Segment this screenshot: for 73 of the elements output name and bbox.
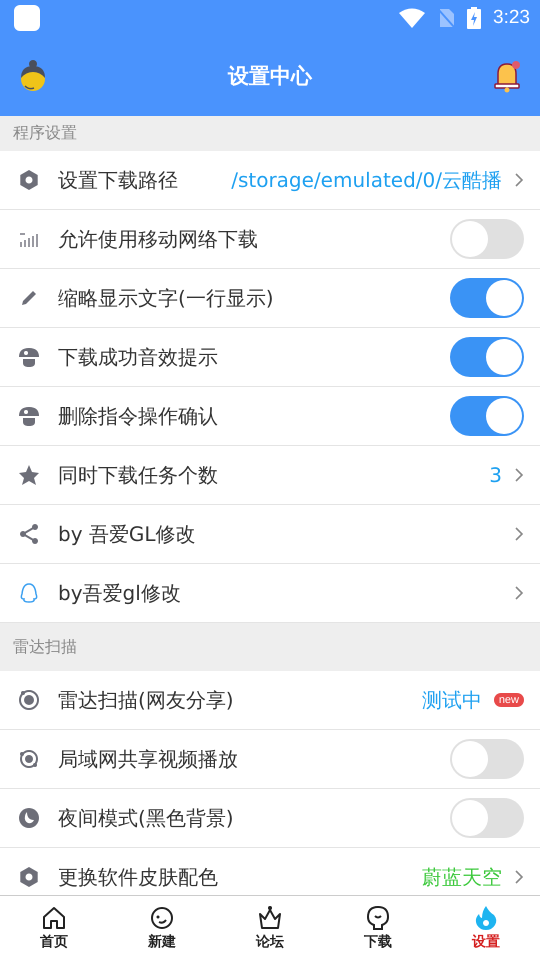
nav-tab[interactable]: 新建 [108, 896, 216, 960]
row-label: 同时下载任务个数 [58, 462, 218, 488]
settings-row[interactable]: 局域网共享视频播放 [0, 730, 540, 789]
nav-tab[interactable]: 设置 [432, 896, 540, 960]
star-icon [18, 464, 40, 486]
row-value: 蔚蓝天空 [422, 864, 502, 890]
orbit-icon [18, 748, 40, 770]
row-value: /storage/emulated/0/云酷播 [231, 166, 502, 194]
gear-icon [18, 866, 40, 888]
toggle-switch[interactable] [450, 219, 524, 259]
app-icon [14, 5, 40, 31]
settings-row[interactable]: 夜间模式(黑色背景) [0, 789, 540, 848]
settings-row[interactable]: 设置下载路径 /storage/emulated/0/云酷播 [0, 151, 540, 210]
row-label: by吾爱gl修改 [58, 580, 181, 606]
toggle-switch[interactable] [450, 396, 524, 436]
chevron-icon [514, 869, 524, 885]
row-label: 允许使用移动网络下载 [58, 226, 258, 252]
nav-tab[interactable]: 首页 [0, 896, 108, 960]
section-header: 程序设置 [13, 123, 77, 144]
home-icon [41, 905, 67, 931]
settings-row[interactable]: 雷达扫描(网友分享) 测试中 new [0, 671, 540, 730]
no-sim-icon [437, 8, 456, 28]
row-value: 测试中 [422, 686, 482, 714]
chevron-icon [514, 526, 524, 542]
wifi-icon [399, 8, 426, 28]
row-label: 雷达扫描(网友分享) [58, 686, 234, 714]
chevron-icon [514, 172, 524, 188]
nav-label: 新建 [148, 933, 176, 951]
settings-row[interactable]: 允许使用移动网络下载 [0, 210, 540, 269]
penguin-icon [18, 582, 40, 604]
nav-tab[interactable]: 下载 [324, 896, 432, 960]
settings-row[interactable]: 同时下载任务个数 3 [0, 446, 540, 505]
avatar-icon[interactable] [18, 60, 48, 92]
section-header: 雷达扫描 [13, 636, 77, 658]
row-label: 更换软件皮肤配色 [58, 864, 218, 890]
chevron-icon [514, 467, 524, 483]
page-title: 设置中心 [228, 63, 312, 90]
nav-label: 设置 [472, 933, 500, 951]
settings-row[interactable]: 下载成功音效提示 [0, 328, 540, 387]
row-label: by 吾爱GL修改 [58, 520, 196, 548]
toggle-switch[interactable] [450, 278, 524, 318]
nav-label: 论坛 [256, 933, 284, 951]
row-label: 夜间模式(黑色背景) [58, 804, 234, 832]
moon-icon [18, 807, 40, 829]
toggle-switch[interactable] [450, 739, 524, 779]
settings-row[interactable]: 更换软件皮肤配色 蔚蓝天空 [0, 848, 540, 895]
radar-icon [18, 689, 40, 711]
battery-icon [467, 7, 482, 29]
toggle-switch[interactable] [450, 798, 524, 838]
mushroom-icon [18, 405, 40, 427]
row-label: 局域网共享视频播放 [58, 746, 238, 772]
toggle-switch[interactable] [450, 337, 524, 377]
flame-icon [473, 905, 499, 931]
nav-label: 下载 [364, 933, 392, 951]
nav-tab[interactable]: 论坛 [216, 896, 324, 960]
crown-icon [257, 905, 283, 931]
settings-row[interactable]: by 吾爱GL修改 [0, 505, 540, 564]
row-label: 删除指令操作确认 [58, 402, 218, 430]
share-icon [18, 523, 40, 545]
bell-icon[interactable] [492, 59, 522, 93]
gear-icon [18, 169, 40, 191]
chevron-icon [514, 585, 524, 601]
row-label: 下载成功音效提示 [58, 344, 218, 370]
clock-time: 3:23 [493, 7, 530, 29]
row-label: 设置下载路径 [58, 166, 178, 194]
new-badge: new [494, 693, 524, 707]
bulb-icon [365, 905, 391, 931]
row-label: 缩略显示文字(一行显示) [58, 284, 274, 312]
nav-label: 首页 [40, 933, 68, 951]
settings-row[interactable]: 删除指令操作确认 [0, 387, 540, 446]
row-value: 3 [489, 463, 502, 487]
settings-row[interactable]: 缩略显示文字(一行显示) [0, 269, 540, 328]
mushroom-icon [18, 346, 40, 368]
